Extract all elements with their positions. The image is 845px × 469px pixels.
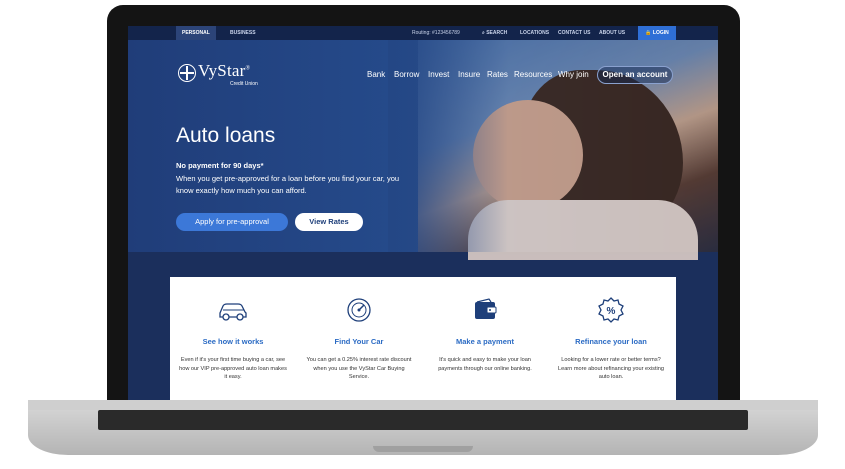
speedometer-icon <box>347 298 371 322</box>
laptop-notch <box>373 446 473 452</box>
tab-business[interactable]: BUSINESS <box>224 26 262 40</box>
card-text: Looking for a lower rate or better terms… <box>557 357 665 380</box>
card-text: You can get a 0.25% interest rate discou… <box>306 357 412 380</box>
open-account-button[interactable]: Open an account <box>597 66 673 84</box>
laptop-base <box>28 400 818 455</box>
brand-name: VyStar <box>198 61 246 80</box>
lock-icon: 🔒 <box>645 30 652 36</box>
logo-wordmark: VyStar® <box>198 61 250 81</box>
card-text: Even if it's your first time buying a ca… <box>179 357 287 380</box>
registered-mark: ® <box>245 65 251 72</box>
tab-personal[interactable]: PERSONAL <box>176 26 216 40</box>
locations-link[interactable]: LOCATIONS <box>520 30 549 36</box>
card-find-your-car[interactable]: Find Your Car You can get a 0.25% intere… <box>296 277 422 400</box>
card-refinance-your-loan[interactable]: % Refinance your loan Looking for a lowe… <box>548 277 674 400</box>
login-label: LOGIN <box>652 30 669 36</box>
page-title: Auto loans <box>176 124 276 147</box>
hero: VyStar® Credit Union Bank Borrow Invest … <box>128 40 718 260</box>
wallet-icon <box>475 298 497 319</box>
nav-insure[interactable]: Insure <box>458 70 480 79</box>
card-make-a-payment[interactable]: Make a payment It's quick and easy to ma… <box>422 277 548 400</box>
card-title: Make a payment <box>456 337 514 346</box>
nav-resources[interactable]: Resources <box>514 70 552 79</box>
car-icon <box>219 303 247 321</box>
keyboard <box>98 410 748 430</box>
card-title: Refinance your loan <box>575 337 647 346</box>
star-cross-icon <box>178 64 196 82</box>
logo-subtitle: Credit Union <box>230 81 258 87</box>
search-link[interactable]: ⌕ SEARCH <box>482 30 507 36</box>
search-label: SEARCH <box>486 30 508 36</box>
card-title: See how it works <box>202 337 264 346</box>
utility-bar: PERSONAL BUSINESS Routing: #123456789 ⌕ … <box>128 26 718 40</box>
hero-description: When you get pre-approved for a loan bef… <box>176 174 400 195</box>
card-see-how-it-works[interactable]: See how it works Even if it's your first… <box>170 277 296 400</box>
login-button[interactable]: 🔒 LOGIN <box>638 26 676 40</box>
svg-text:%: % <box>607 306 616 317</box>
laptop-base-top <box>28 400 818 410</box>
about-link[interactable]: ABOUT US <box>599 30 625 36</box>
percent-badge-icon: % <box>598 297 624 323</box>
nav-bank[interactable]: Bank <box>367 70 385 79</box>
contact-link[interactable]: CONTACT US <box>558 30 590 36</box>
nav-invest[interactable]: Invest <box>428 70 449 79</box>
card-text: It's quick and easy to make your loan pa… <box>438 357 532 372</box>
nav-borrow[interactable]: Borrow <box>394 70 419 79</box>
promo-headline: No payment for 90 days* <box>176 161 264 170</box>
routing-number: Routing: #123456789 <box>412 30 460 36</box>
nav-rates[interactable]: Rates <box>487 70 508 79</box>
screen: PERSONAL BUSINESS Routing: #123456789 ⌕ … <box>128 26 718 400</box>
apply-preapproval-button[interactable]: Apply for pre-approval <box>176 213 288 231</box>
feature-cards: See how it works Even if it's your first… <box>170 277 676 400</box>
nav-why-join[interactable]: Why join <box>558 70 589 79</box>
view-rates-button[interactable]: View Rates <box>295 213 363 231</box>
card-title: Find Your Car <box>334 337 384 346</box>
